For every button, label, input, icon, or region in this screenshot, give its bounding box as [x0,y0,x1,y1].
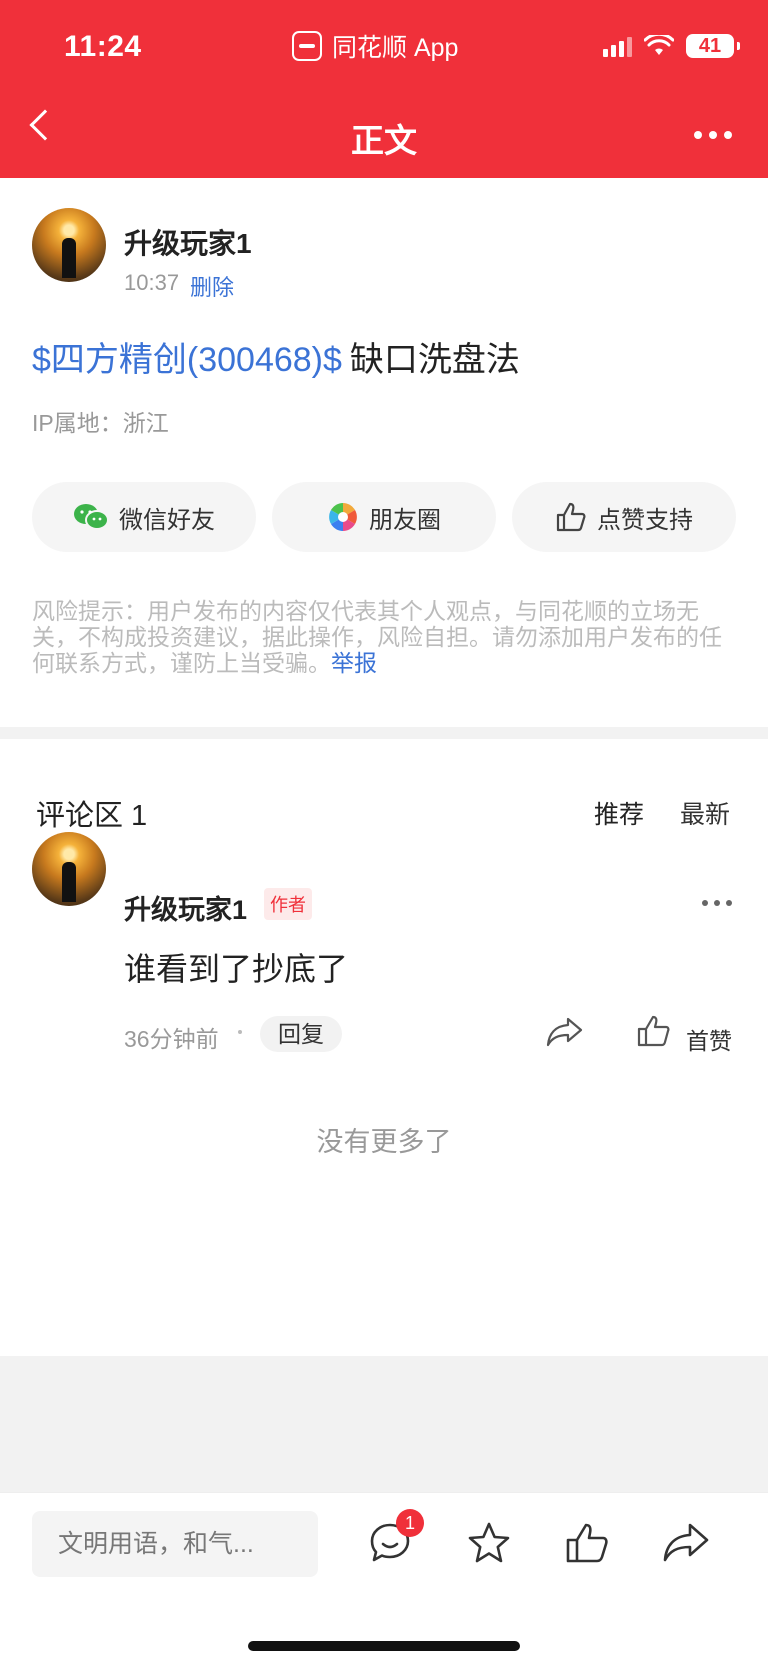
commenter-avatar[interactable] [32,832,106,906]
comment-share-icon[interactable] [546,1016,584,1048]
signal-icon [603,35,632,57]
section-divider [0,727,768,739]
sort-newest-tab[interactable]: 最新 [680,795,730,831]
risk-notice: 风险提示：用户发布的内容仅代表其个人观点，与同花顺的立场无关，不构成投资建议，据… [32,598,736,676]
thumbs-up-icon[interactable] [564,1521,610,1565]
moments-icon [329,503,357,531]
bottom-bar: 文明用语，和气... 1 [0,1492,768,1663]
more-dots-icon[interactable] [694,131,732,139]
status-time: 11:24 [64,30,142,63]
post-time: 10:37 [124,270,180,295]
dot-separator [238,1030,242,1034]
comment-more-icon[interactable] [702,900,732,906]
like-support-label: 点赞支持 [597,506,693,534]
author-name[interactable]: 升级玩家1 [124,222,252,262]
page-title: 正文 [351,122,417,159]
comment-time: 36分钟前 [124,1026,219,1052]
home-indicator [248,1641,520,1651]
share-moments-button[interactable]: 朋友圈 [272,482,496,552]
wifi-icon [644,35,674,55]
comment-text: 谁看到了抄底了 [124,951,349,987]
share-moments-label: 朋友圈 [369,506,441,534]
no-more-text: 没有更多了 [316,1127,452,1157]
author-avatar[interactable] [32,208,106,282]
thumbs-up-icon [556,502,586,532]
star-icon[interactable] [466,1521,512,1565]
comments-title: 评论区 1 [36,800,148,832]
status-icons: 41 [603,34,740,58]
app-icon [292,31,322,61]
ip-location: IP属地：浙江 [32,410,169,436]
comment-input[interactable]: 文明用语，和气... [32,1511,318,1577]
share-wechat-button[interactable]: 微信好友 [32,482,256,552]
report-link[interactable]: 举报 [331,650,377,676]
empty-area [0,1356,768,1492]
wechat-icon [74,504,109,530]
battery-icon: 41 [686,34,740,58]
first-like-label[interactable]: 首赞 [686,1022,732,1056]
delete-button[interactable]: 删除 [190,270,234,302]
risk-text: 风险提示：用户发布的内容仅代表其个人观点，与同花顺的立场无关，不构成投资建议，据… [32,598,722,676]
share-wechat-label: 微信好友 [119,506,215,534]
status-app-name: 同花顺 App [332,34,459,62]
status-app[interactable]: 同花顺 App [292,28,458,64]
stock-tag-link[interactable]: $四方精创(300468)$ [32,341,342,379]
post-title-text: 缺口洗盘法 [349,341,520,379]
comment-author[interactable]: 升级玩家1 [124,888,247,927]
comment-like-icon[interactable] [636,1014,672,1048]
share-row: 微信好友 朋友圈 点赞支持 [32,482,736,552]
author-badge: 作者 [264,888,312,920]
reply-button[interactable]: 回复 [260,1016,342,1052]
share-icon[interactable] [662,1521,710,1565]
comment-count-badge: 1 [396,1509,424,1537]
top-bar: 11:24 同花顺 App 41 正文 [0,0,768,178]
like-support-button[interactable]: 点赞支持 [512,482,736,552]
sort-recommend-tab[interactable]: 推荐 [594,795,644,831]
post-title: $四方精创(300468)$ 缺口洗盘法 [32,332,520,381]
